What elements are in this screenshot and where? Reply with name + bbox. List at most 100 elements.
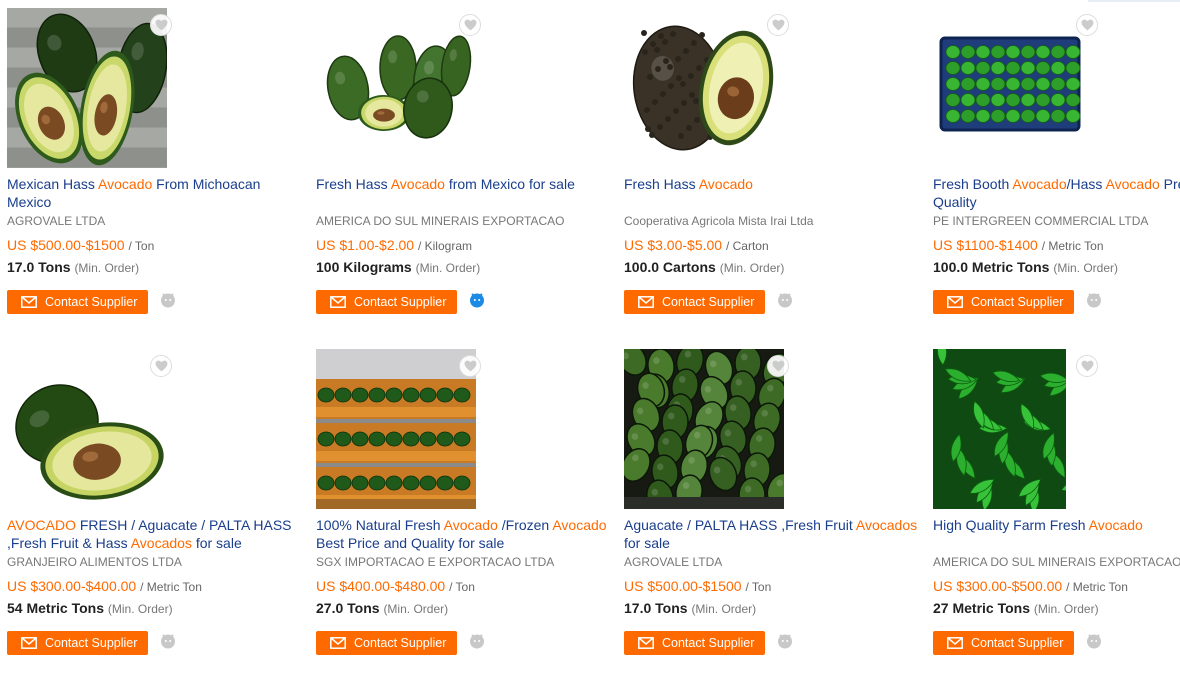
- title-text: Best Price and Quality for sale: [316, 535, 505, 551]
- supplier-name-link[interactable]: SGX IMPORTACAO E EXPORTACAO LTDA: [316, 555, 554, 569]
- product-title-link[interactable]: AVOCADO FRESH / Aguacate / PALTA HASS ,F…: [7, 516, 307, 552]
- title-text: Mexican Hass: [7, 176, 99, 192]
- product-image[interactable]: [624, 8, 784, 168]
- keyword-highlight: Avocado: [1012, 176, 1067, 192]
- heart-icon[interactable]: [459, 14, 481, 36]
- chat-icon[interactable]: [160, 292, 176, 308]
- product-image[interactable]: [624, 349, 784, 509]
- contact-supplier-button[interactable]: Contact Supplier: [7, 631, 148, 655]
- min-order-line: 17.0 Tons (Min. Order): [624, 600, 756, 616]
- heart-icon[interactable]: [767, 355, 789, 377]
- product-title-link[interactable]: Mexican Hass Avocado From Michoacan Mexi…: [7, 175, 307, 211]
- contact-supplier-button[interactable]: Contact Supplier: [933, 290, 1074, 314]
- min-order-value: 100 Kilograms: [316, 259, 412, 275]
- price-unit: / Metric Ton: [1066, 580, 1128, 594]
- supplier-name-link[interactable]: PE INTERGREEN COMMERCIAL LTDA: [933, 214, 1148, 228]
- product-title-link[interactable]: 100% Natural Fresh Avocado /Frozen Avoca…: [316, 516, 616, 552]
- heart-icon[interactable]: [150, 14, 172, 36]
- chat-icon[interactable]: [777, 292, 793, 308]
- heart-icon[interactable]: [1076, 14, 1098, 36]
- keyword-highlight: Avocado: [1088, 517, 1143, 533]
- supplier-name-link[interactable]: Cooperativa Agricola Mista Irai Ltda: [624, 214, 813, 228]
- product-image[interactable]: [933, 349, 1066, 509]
- min-order-label: (Min. Order): [107, 602, 173, 616]
- mail-icon: [638, 637, 654, 649]
- min-order-line: 17.0 Tons (Min. Order): [7, 259, 139, 275]
- min-order-label: (Min. Order): [1033, 602, 1099, 616]
- price-unit: / Ton: [449, 580, 475, 594]
- contact-supplier-button[interactable]: Contact Supplier: [316, 290, 457, 314]
- keyword-highlight: Avocado: [1105, 176, 1160, 192]
- chat-icon[interactable]: [777, 633, 793, 649]
- price-range: US $500.00-$1500: [7, 237, 125, 253]
- min-order-line: 100.0 Metric Tons (Min. Order): [933, 259, 1118, 275]
- price-line: US $3.00-$5.00 / Carton: [624, 237, 769, 253]
- product-image[interactable]: [316, 8, 476, 168]
- product-image[interactable]: [7, 349, 167, 509]
- product-title-link[interactable]: Fresh Booth Avocado/Hass Avocado Premium…: [933, 175, 1180, 211]
- product-title-link[interactable]: Fresh Hass Avocado: [624, 175, 924, 193]
- contact-supplier-button[interactable]: Contact Supplier: [624, 631, 765, 655]
- min-order-line: 100 Kilograms (Min. Order): [316, 259, 480, 275]
- contact-supplier-label: Contact Supplier: [354, 636, 447, 650]
- product-image[interactable]: [7, 8, 167, 168]
- contact-supplier-button[interactable]: Contact Supplier: [316, 631, 457, 655]
- price-line: US $300.00-$500.00 / Metric Ton: [933, 578, 1128, 594]
- contact-supplier-label: Contact Supplier: [662, 636, 755, 650]
- keyword-highlight: Avocados: [130, 535, 192, 551]
- price-unit: / Metric Ton: [140, 580, 202, 594]
- product-card: Fresh Hass Avocado from Mexico for sale A…: [316, 8, 616, 338]
- title-text: for sale: [624, 535, 670, 551]
- product-image[interactable]: [933, 8, 1088, 168]
- heart-icon[interactable]: [767, 14, 789, 36]
- chat-icon[interactable]: [160, 633, 176, 649]
- chat-icon[interactable]: [1086, 633, 1102, 649]
- title-text: for sale: [191, 535, 242, 551]
- contact-supplier-label: Contact Supplier: [45, 295, 138, 309]
- chat-icon[interactable]: [1086, 292, 1102, 308]
- min-order-label: (Min. Order): [719, 261, 785, 275]
- keyword-highlight: Avocado: [552, 517, 607, 533]
- supplier-name-link[interactable]: AGROVALE LTDA: [624, 555, 722, 569]
- supplier-name-link[interactable]: AGROVALE LTDA: [7, 214, 105, 228]
- price-range: US $500.00-$1500: [624, 578, 742, 594]
- price-line: US $300.00-$400.00 / Metric Ton: [7, 578, 202, 594]
- chat-icon[interactable]: [469, 292, 485, 308]
- product-card: Mexican Hass Avocado From Michoacan Mexi…: [7, 8, 307, 338]
- contact-supplier-button[interactable]: Contact Supplier: [933, 631, 1074, 655]
- title-text: Fresh Hass: [624, 176, 699, 192]
- min-order-value: 17.0 Tons: [624, 600, 688, 616]
- price-unit: / Ton: [745, 580, 772, 594]
- title-text: from Mexico for sale: [444, 176, 575, 192]
- supplier-name-link[interactable]: AMERICA DO SUL MINERAIS EXPORTACAO: [933, 555, 1180, 569]
- mail-icon: [947, 637, 963, 649]
- mail-icon: [330, 296, 346, 308]
- heart-icon[interactable]: [1076, 355, 1098, 377]
- product-card: Aguacate / PALTA HASS ,Fresh Fruit Avoca…: [624, 349, 924, 679]
- title-text: Aguacate / PALTA HASS ,Fresh Fruit: [624, 517, 856, 533]
- mail-icon: [21, 637, 37, 649]
- price-line: US $1100-$1400 / Metric Ton: [933, 237, 1104, 253]
- title-text: Fresh Booth: [933, 176, 1013, 192]
- chat-icon[interactable]: [469, 633, 485, 649]
- keyword-highlight: Avocado: [443, 517, 498, 533]
- min-order-value: 54 Metric Tons: [7, 600, 104, 616]
- contact-supplier-button[interactable]: Contact Supplier: [624, 290, 765, 314]
- min-order-line: 27 Metric Tons (Min. Order): [933, 600, 1099, 616]
- mail-icon: [947, 296, 963, 308]
- product-title-link[interactable]: Fresh Hass Avocado from Mexico for sale: [316, 175, 616, 193]
- product-title-link[interactable]: High Quality Farm Fresh Avocado: [933, 516, 1180, 534]
- min-order-label: (Min. Order): [691, 602, 757, 616]
- price-unit: / Metric Ton: [1041, 239, 1104, 253]
- heart-icon[interactable]: [150, 355, 172, 377]
- contact-supplier-button[interactable]: Contact Supplier: [7, 290, 148, 314]
- product-title-link[interactable]: Aguacate / PALTA HASS ,Fresh Fruit Avoca…: [624, 516, 924, 552]
- product-card: Fresh Booth Avocado/Hass Avocado Premium…: [933, 8, 1180, 338]
- title-text: 100% Natural Fresh: [316, 517, 444, 533]
- supplier-name-link[interactable]: GRANJEIRO ALIMENTOS LTDA: [7, 555, 182, 569]
- product-card: High Quality Farm Fresh Avocado AMERICA D…: [933, 349, 1180, 679]
- price-range: US $1100-$1400: [933, 237, 1038, 253]
- heart-icon[interactable]: [459, 355, 481, 377]
- supplier-name-link[interactable]: AMERICA DO SUL MINERAIS EXPORTACAO: [316, 214, 565, 228]
- product-image[interactable]: [316, 349, 476, 509]
